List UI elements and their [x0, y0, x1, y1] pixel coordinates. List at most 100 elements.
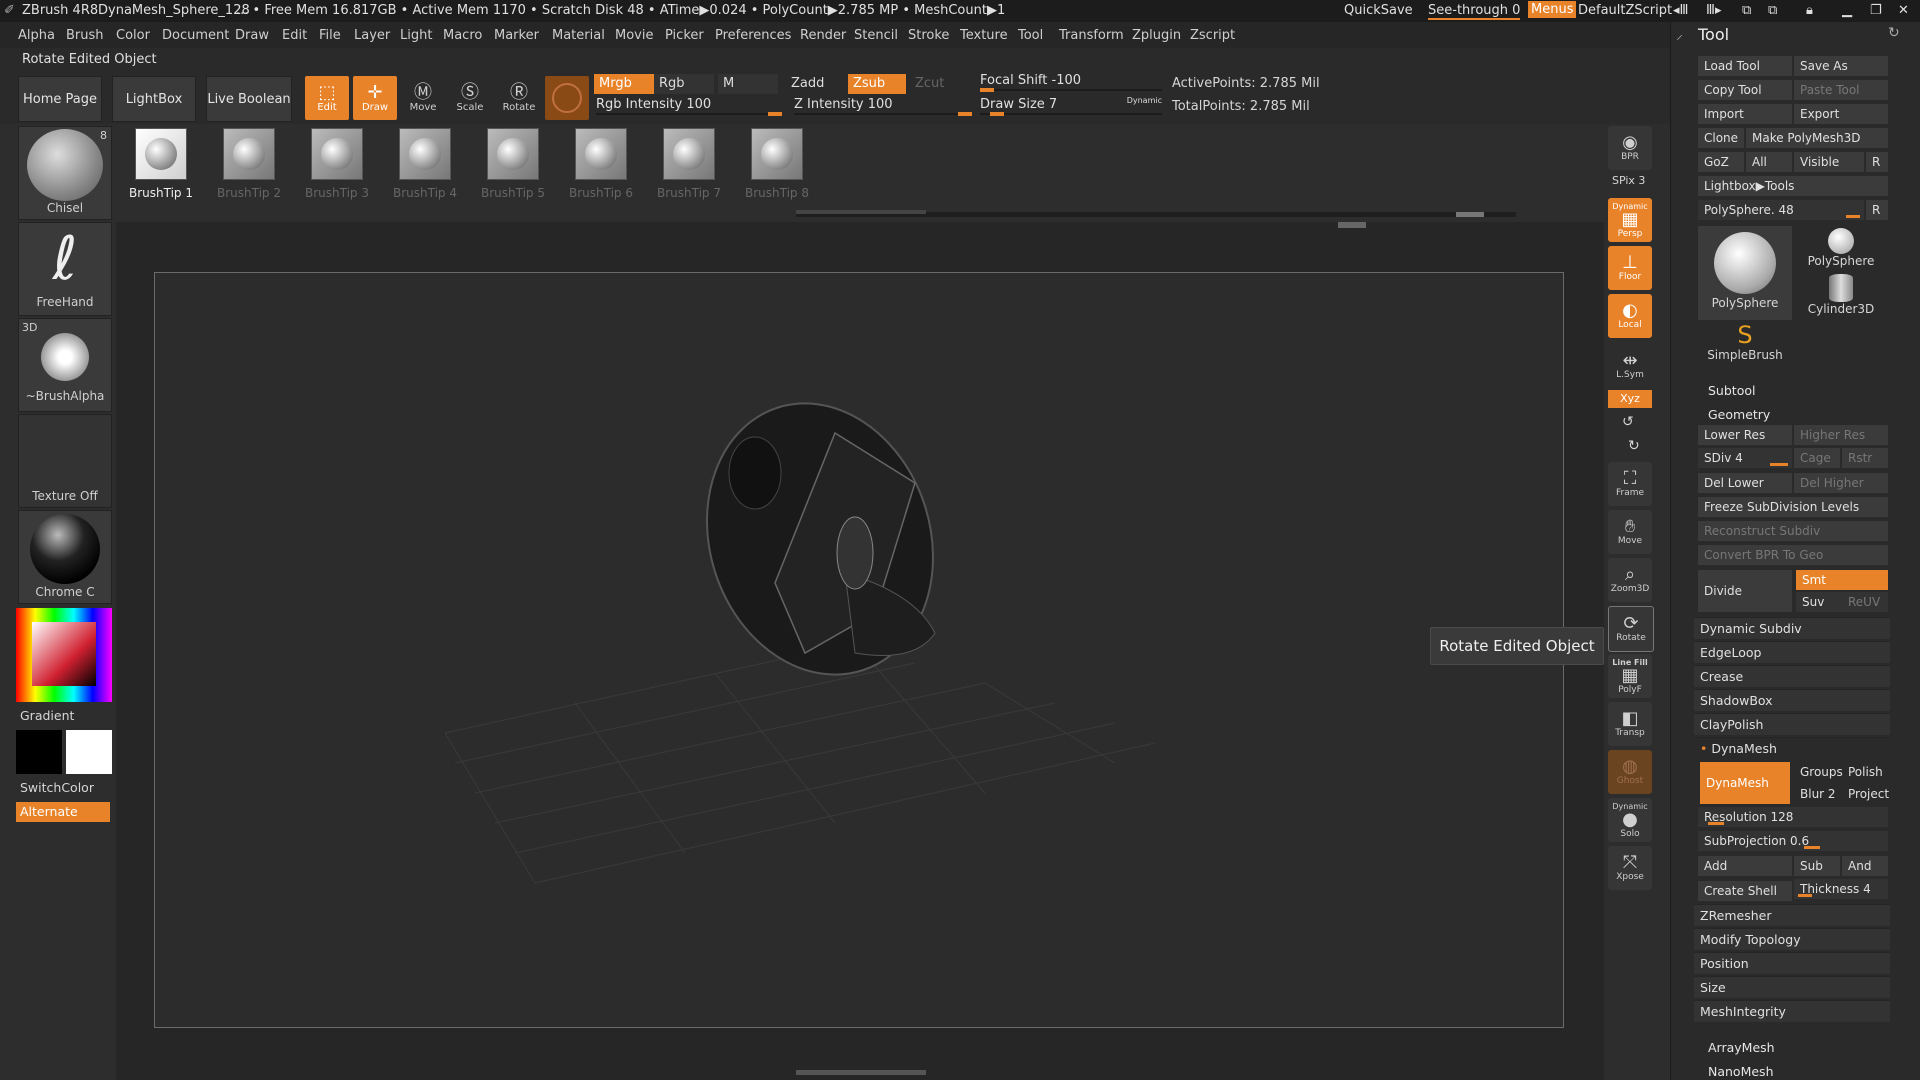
simplebrush-tool-item[interactable]: S SimpleBrush	[1698, 322, 1792, 366]
frame-button[interactable]: ⛶ Frame	[1608, 462, 1652, 506]
size-section[interactable]: Size	[1694, 976, 1890, 998]
cage-button[interactable]: Cage	[1794, 448, 1840, 468]
ghost-button[interactable]: ◍ Ghost	[1608, 750, 1652, 794]
layout-2-icon[interactable]: ⧉	[1768, 3, 1777, 18]
polysphere-slider[interactable]: PolySphere. 48	[1698, 200, 1864, 220]
subprojection-slider[interactable]: SubProjection 0.6	[1698, 831, 1888, 851]
local-button[interactable]: ◐ Local	[1608, 294, 1652, 338]
draw-button[interactable]: ✛ Draw	[353, 76, 397, 120]
menu-picker[interactable]: Picker	[665, 28, 704, 43]
brushtip-2[interactable]: BrushTip 2	[204, 128, 294, 200]
divide-button[interactable]: Divide	[1698, 570, 1792, 612]
tool-r-button[interactable]: R	[1866, 200, 1888, 220]
make-polymesh-button[interactable]: Make PolyMesh3D	[1746, 128, 1888, 148]
live-boolean-button[interactable]: Live Boolean	[206, 76, 292, 122]
load-tool-button[interactable]: Load Tool	[1698, 56, 1792, 76]
quicksave-button[interactable]: QuickSave	[1344, 3, 1413, 18]
smt-toggle[interactable]: Smt	[1796, 570, 1888, 590]
tips-scrollbar-thumb[interactable]	[1456, 212, 1484, 217]
menu-draw[interactable]: Draw	[235, 28, 269, 43]
position-section[interactable]: Position	[1694, 952, 1890, 974]
shadowbox-section[interactable]: ShadowBox	[1694, 689, 1890, 711]
zremesher-section[interactable]: ZRemesher	[1694, 904, 1890, 926]
menu-edit[interactable]: Edit	[282, 28, 307, 43]
freeze-subdiv-button[interactable]: Freeze SubDivision Levels	[1698, 497, 1888, 517]
menu-zscript[interactable]: Zscript	[1190, 28, 1235, 43]
minimize-icon[interactable]: ▁	[1842, 3, 1852, 18]
lightbox-tools-button[interactable]: Lightbox▶Tools	[1698, 176, 1888, 196]
export-button[interactable]: Export	[1794, 104, 1888, 124]
menu-light[interactable]: Light	[400, 28, 432, 43]
nanomesh-section[interactable]: NanoMesh	[1708, 1064, 1774, 1079]
brushtip-8[interactable]: BrushTip 8	[732, 128, 822, 200]
polyf-button[interactable]: Line Fill ▦ PolyF	[1608, 654, 1652, 698]
brushtip-3[interactable]: BrushTip 3	[292, 128, 382, 200]
lightbox-button[interactable]: LightBox	[112, 76, 196, 122]
sdiv-slider[interactable]: SDiv 4	[1698, 448, 1792, 468]
ui-size-up-icon[interactable]: Ⅲ▸	[1706, 3, 1722, 18]
move-button[interactable]: Ⓜ Move	[401, 76, 445, 120]
move-view-button[interactable]: ✋︎ Move	[1608, 510, 1652, 554]
lower-res-button[interactable]: Lower Res	[1698, 425, 1792, 445]
material-swatch[interactable]	[545, 76, 589, 120]
higher-res-button[interactable]: Higher Res	[1794, 425, 1888, 445]
xyz-toggle[interactable]: Xyz	[1608, 390, 1652, 408]
groups-toggle[interactable]: Groups	[1794, 762, 1843, 782]
edgeloop-section[interactable]: EdgeLoop	[1694, 641, 1890, 663]
create-shell-button[interactable]: Create Shell	[1698, 881, 1792, 901]
menu-layer[interactable]: Layer	[354, 28, 390, 43]
goz-button[interactable]: GoZ	[1698, 152, 1744, 172]
edit-button[interactable]: ⬚ Edit	[305, 76, 349, 120]
palette-pin-icon[interactable]: ⸝	[1676, 25, 1683, 44]
top-tray-handle[interactable]	[796, 210, 926, 214]
dynamic-toggle[interactable]: Dynamic	[1127, 92, 1162, 110]
material-selector[interactable]: Chrome C	[18, 510, 112, 604]
cylinder3d-tool-item[interactable]: Cylinder3D	[1794, 274, 1888, 320]
polysphere-tool-item[interactable]: PolySphere	[1794, 226, 1888, 272]
z-intensity-slider[interactable]: Z Intensity 100	[794, 96, 972, 116]
menu-preferences[interactable]: Preferences	[715, 28, 791, 43]
brushtip-6[interactable]: BrushTip 6	[556, 128, 646, 200]
meshintegrity-section[interactable]: MeshIntegrity	[1694, 1000, 1890, 1022]
goz-visible-button[interactable]: Visible	[1794, 152, 1864, 172]
goz-r-button[interactable]: R	[1866, 152, 1888, 172]
layout-icon[interactable]: ⧉	[1742, 3, 1751, 18]
menu-stencil[interactable]: Stencil	[854, 28, 898, 43]
color-picker-square[interactable]	[32, 622, 96, 686]
xpose-button[interactable]: ⤧ Xpose	[1608, 846, 1652, 890]
canvas-scroll-thumb[interactable]	[1338, 222, 1366, 228]
alternate-toggle[interactable]: Alternate	[16, 802, 110, 822]
menu-transform[interactable]: Transform	[1059, 28, 1124, 43]
menu-movie[interactable]: Movie	[615, 28, 653, 43]
texture-selector[interactable]: Texture Off	[18, 414, 112, 508]
reconstruct-subdiv-button[interactable]: Reconstruct Subdiv	[1698, 521, 1888, 541]
zbrush-logo-icon[interactable]: ✐	[4, 3, 15, 18]
arraymesh-section[interactable]: ArrayMesh	[1708, 1040, 1775, 1055]
blur-slider[interactable]: Blur 2	[1794, 784, 1842, 804]
menu-zplugin[interactable]: Zplugin	[1132, 28, 1181, 43]
save-as-button[interactable]: Save As	[1794, 56, 1888, 76]
rgb-toggle[interactable]: Rgb	[654, 74, 714, 94]
ui-size-icon[interactable]: ◂Ⅲ	[1673, 3, 1689, 18]
thickness-slider[interactable]: Thickness 4	[1794, 879, 1888, 899]
dynamesh-button[interactable]: DynaMesh	[1700, 762, 1790, 804]
del-lower-button[interactable]: Del Lower	[1698, 473, 1792, 493]
dynamesh-section[interactable]: • DynaMesh	[1694, 737, 1890, 759]
reuv-toggle[interactable]: ReUV	[1842, 592, 1888, 612]
crease-section[interactable]: Crease	[1694, 665, 1890, 687]
primary-color-swatch[interactable]	[16, 730, 62, 774]
close-icon[interactable]: ✕	[1898, 3, 1909, 18]
menu-stroke[interactable]: Stroke	[908, 28, 949, 43]
menu-color[interactable]: Color	[116, 28, 150, 43]
lsym-button[interactable]: ⇹ L.Sym	[1608, 344, 1652, 388]
menu-file[interactable]: File	[319, 28, 341, 43]
palette-reset-icon[interactable]: ↻	[1888, 25, 1900, 41]
sub-button[interactable]: Sub	[1794, 856, 1840, 876]
rotate-axis-2-icon[interactable]: ↻	[1628, 438, 1640, 454]
geometry-section[interactable]: Geometry	[1708, 407, 1770, 422]
resolution-slider[interactable]: Resolution 128	[1698, 807, 1888, 827]
subtool-section[interactable]: Subtool	[1708, 383, 1755, 398]
rotate-axis-icon[interactable]: ↺	[1622, 414, 1634, 430]
suv-toggle[interactable]: Suv	[1796, 592, 1842, 612]
brushtip-5[interactable]: BrushTip 5	[468, 128, 558, 200]
